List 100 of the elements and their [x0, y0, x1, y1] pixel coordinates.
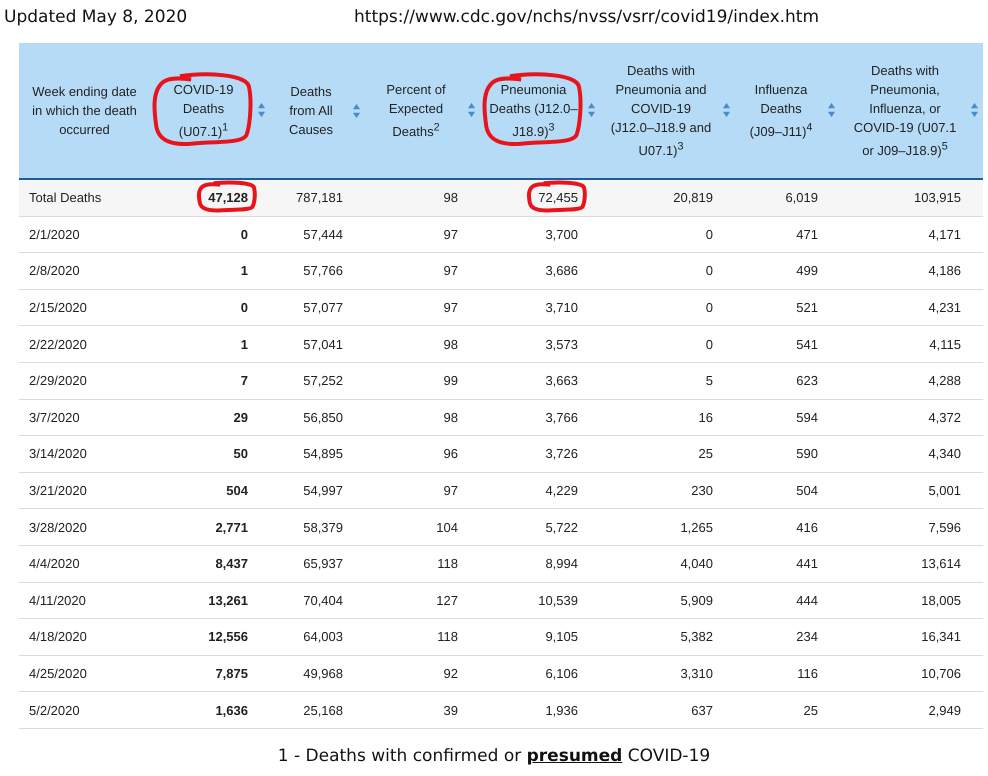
column-header[interactable]: Deaths with Pneumonia, Influenza, or COVID-19 (U07.1 or J09–J18.9)$^{5}$ — [840, 43, 983, 179]
table-cell: 2,771 — [150, 508, 270, 546]
table-cell: 2/15/2020 — [19, 289, 150, 326]
table-cell: 54,997 — [270, 472, 365, 509]
table-cell: 499 — [735, 252, 840, 290]
sort-icon[interactable] — [827, 102, 836, 118]
table-cell: 3,310 — [600, 655, 735, 692]
table-cell: 2,949 — [840, 692, 983, 728]
table-cell: 1,636 — [150, 692, 270, 728]
table-cell: 97 — [365, 216, 480, 253]
table-cell: 64,003 — [270, 618, 365, 656]
table-cell: 98 — [365, 399, 480, 436]
table-cell: 8,994 — [480, 545, 600, 582]
table-cell: 20,819 — [600, 179, 735, 216]
sort-icon[interactable] — [467, 102, 476, 118]
table-cell: 57,077 — [270, 289, 365, 326]
table-cell: 594 — [735, 399, 840, 436]
column-header[interactable]: Percent of Expected Deaths$^{2}$ — [365, 43, 480, 179]
table-cell: 5,722 — [480, 508, 600, 546]
table-cell: 521 — [735, 289, 840, 326]
table-cell: 65,937 — [270, 545, 365, 582]
table-cell: 1,265 — [600, 508, 735, 546]
column-header[interactable]: Deaths from All Causes — [270, 43, 365, 179]
table-cell: 1 — [150, 252, 270, 290]
page-url: https://www.cdc.gov/nchs/nvss/vsrr/covid19/index.htm — [354, 7, 820, 27]
table-cell: 444 — [735, 582, 840, 619]
table-cell: 4,340 — [840, 436, 983, 472]
column-header[interactable]: Influenza Deaths (J09–J11)$^{4}$ — [735, 43, 840, 179]
table-cell: 7,596 — [840, 508, 983, 546]
table-cell: 0 — [600, 216, 735, 253]
table-cell: 7,875 — [150, 655, 270, 692]
sort-icon[interactable] — [722, 102, 731, 118]
table-cell: 50 — [150, 436, 270, 472]
table-cell: 0 — [150, 216, 270, 253]
table-cell: 234 — [735, 618, 840, 656]
table-cell: 4,171 — [840, 216, 983, 253]
table-cell: 10,706 — [840, 655, 983, 692]
table-cell: 2/29/2020 — [19, 362, 150, 400]
table-cell: 97 — [365, 289, 480, 326]
sort-icon[interactable] — [970, 102, 979, 118]
table-cell: 3,573 — [480, 326, 600, 362]
table-cell: 57,041 — [270, 326, 365, 362]
table-cell: 3,700 — [480, 216, 600, 253]
table-cell: 4,186 — [840, 252, 983, 290]
table-cell: 98 — [365, 326, 480, 362]
table-cell: 230 — [600, 472, 735, 509]
table-cell: 6,106 — [480, 655, 600, 692]
table-cell: 25 — [735, 692, 840, 728]
table-cell: 5,909 — [600, 582, 735, 619]
table-cell: 504 — [735, 472, 840, 509]
table-cell: 5/2/2020 — [19, 692, 150, 728]
table-cell: 3,710 — [480, 289, 600, 326]
sort-icon[interactable] — [587, 102, 596, 118]
table-cell: 0 — [150, 289, 270, 326]
table-cell: 1 — [150, 326, 270, 362]
table-cell: 0 — [600, 326, 735, 362]
table-cell: 92 — [365, 655, 480, 692]
table-cell: 3/28/2020 — [19, 508, 150, 546]
table-cell: 3/7/2020 — [19, 399, 150, 436]
table-cell: 0 — [600, 289, 735, 326]
table-cell: 118 — [365, 545, 480, 582]
table-cell: 0 — [600, 252, 735, 290]
table-cell: 4/18/2020 — [19, 618, 150, 656]
column-header[interactable]: Deaths with Pneumonia and COVID-19 (J12.0–J18.9 and U07.1)$^{3}$ — [600, 43, 735, 179]
table-cell: 127 — [365, 582, 480, 619]
table-cell: 2/1/2020 — [19, 216, 150, 253]
table-cell: 3/21/2020 — [19, 472, 150, 509]
table-cell: 16,341 — [840, 618, 983, 656]
table-cell: 57,766 — [270, 252, 365, 290]
column-header[interactable]: COVID-19 Deaths (U07.1)$^{1}$ — [150, 43, 270, 179]
table-cell: 4/4/2020 — [19, 545, 150, 582]
table-cell: 416 — [735, 508, 840, 546]
table-cell: 4,040 — [600, 545, 735, 582]
table-cell: 118 — [365, 618, 480, 656]
table-cell: 4/11/2020 — [19, 582, 150, 619]
table-cell: 29 — [150, 399, 270, 436]
column-header[interactable]: Pneumonia Deaths (J12.0–J18.9)$^{3}$ — [480, 43, 600, 179]
table-cell: 2/8/2020 — [19, 252, 150, 290]
table-cell: 1,936 — [480, 692, 600, 728]
sort-icon[interactable] — [352, 102, 361, 118]
table-cell: 13,261 — [150, 582, 270, 619]
table-cell: 8,437 — [150, 545, 270, 582]
column-header: Week ending date in which the death occurred — [19, 43, 150, 179]
table-cell: 5 — [600, 362, 735, 400]
table-cell: 471 — [735, 216, 840, 253]
table-cell: 25,168 — [270, 692, 365, 728]
table-cell: 12,556 — [150, 618, 270, 656]
table-cell: 4,229 — [480, 472, 600, 509]
table-cell: 18,005 — [840, 582, 983, 619]
table-cell: 2/22/2020 — [19, 326, 150, 362]
table-cell: 541 — [735, 326, 840, 362]
table-cell: 4,372 — [840, 399, 983, 436]
table-cell: 103,915 — [840, 179, 983, 216]
table-cell: 4/25/2020 — [19, 655, 150, 692]
table-cell: 4,288 — [840, 362, 983, 400]
table-cell: 97 — [365, 472, 480, 509]
table-cell: 25 — [600, 436, 735, 472]
table-cell: 13,614 — [840, 545, 983, 582]
table-cell: 4,231 — [840, 289, 983, 326]
sort-icon[interactable] — [257, 102, 266, 118]
